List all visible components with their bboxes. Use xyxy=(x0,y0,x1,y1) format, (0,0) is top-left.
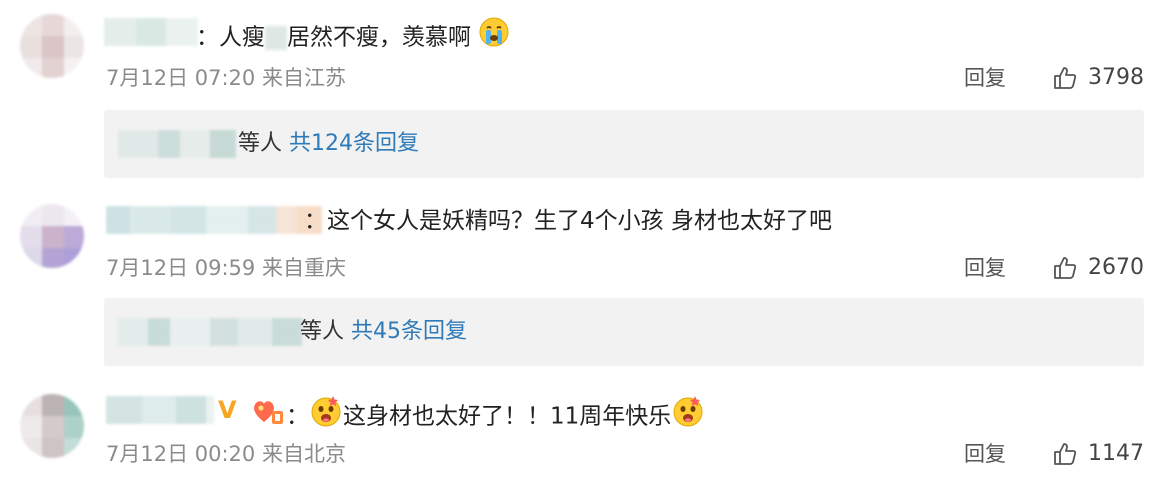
like-button[interactable]: 1147 xyxy=(1052,440,1144,468)
reply-usernames xyxy=(118,318,302,346)
comment-meta: 7月12日 07:20 来自江苏 xyxy=(106,66,346,90)
like-count: 1147 xyxy=(1088,441,1144,466)
like-button[interactable]: 2670 xyxy=(1052,254,1144,282)
view-replies-link[interactable]: 等人 共124条回复 xyxy=(238,129,419,159)
comment-text: ：这个女人是妖精吗？生了4个小孩 身材也太好了吧 xyxy=(304,208,832,234)
reply-count[interactable]: 共45条回复 xyxy=(351,319,467,344)
like-button[interactable]: 3798 xyxy=(1052,64,1144,92)
crying-emoji-icon xyxy=(478,16,510,56)
thumbs-up-icon xyxy=(1052,65,1078,91)
reply-button[interactable]: 回复 xyxy=(964,440,1006,468)
view-replies-link[interactable]: 等人 共45条回复 xyxy=(300,317,467,347)
username[interactable] xyxy=(104,18,198,46)
like-count: 2670 xyxy=(1088,255,1144,280)
drooling-face-emoji-icon xyxy=(671,394,705,436)
comment-item: ：人瘦 居然不瘦，羡慕啊 7月12日 07:20 来自江苏 回复 3798 等人… xyxy=(0,0,1166,190)
comment-item: ：这个女人是妖精吗？生了4个小孩 身材也太好了吧 7月12日 09:59 来自重… xyxy=(0,190,1166,378)
comment-meta: 7月12日 09:59 来自重庆 xyxy=(106,256,346,280)
fan-club-badge-icon xyxy=(250,394,284,430)
comment-list: ：人瘦 居然不瘦，羡慕啊 7月12日 07:20 来自江苏 回复 3798 等人… xyxy=(0,0,1166,484)
username[interactable] xyxy=(106,396,214,424)
username[interactable] xyxy=(106,206,322,234)
comment-text-part: 居然不瘦，羡慕啊 xyxy=(287,24,471,51)
thumbs-up-icon xyxy=(1052,255,1078,281)
reply-button[interactable]: 回复 xyxy=(964,64,1006,92)
replies-box: 等人 共124条回复 xyxy=(104,110,1144,178)
comment-meta: 7月12日 00:20 来自北京 xyxy=(106,442,346,466)
reply-usernames xyxy=(118,130,236,158)
verified-badge: V xyxy=(218,396,237,424)
reply-button[interactable]: 回复 xyxy=(964,254,1006,282)
comment-text: ： 这身材也太好了！！11周年快乐 xyxy=(286,396,705,438)
avatar[interactable] xyxy=(20,394,84,458)
comment-text: ：人瘦 居然不瘦，羡慕啊 xyxy=(196,16,510,58)
reply-count[interactable]: 共124条回复 xyxy=(289,131,419,156)
thumbs-up-icon xyxy=(1052,441,1078,467)
comment-text-part: ：人瘦 xyxy=(196,24,265,51)
replies-box: 等人 共45条回复 xyxy=(104,298,1144,366)
avatar[interactable] xyxy=(20,204,84,268)
reply-users-suffix: 等人 xyxy=(300,319,345,344)
mosaic-mask xyxy=(265,26,287,50)
avatar[interactable] xyxy=(20,14,84,78)
comment-item: V ： 这身材也太好了！！11周年快乐 7月12日 00:20 来自北京 回复 … xyxy=(0,378,1166,484)
drooling-face-emoji-icon xyxy=(309,394,343,436)
comment-text-main: 这身材也太好了！！11周年快乐 xyxy=(343,403,672,430)
like-count: 3798 xyxy=(1088,65,1144,90)
reply-users-suffix: 等人 xyxy=(238,131,283,156)
